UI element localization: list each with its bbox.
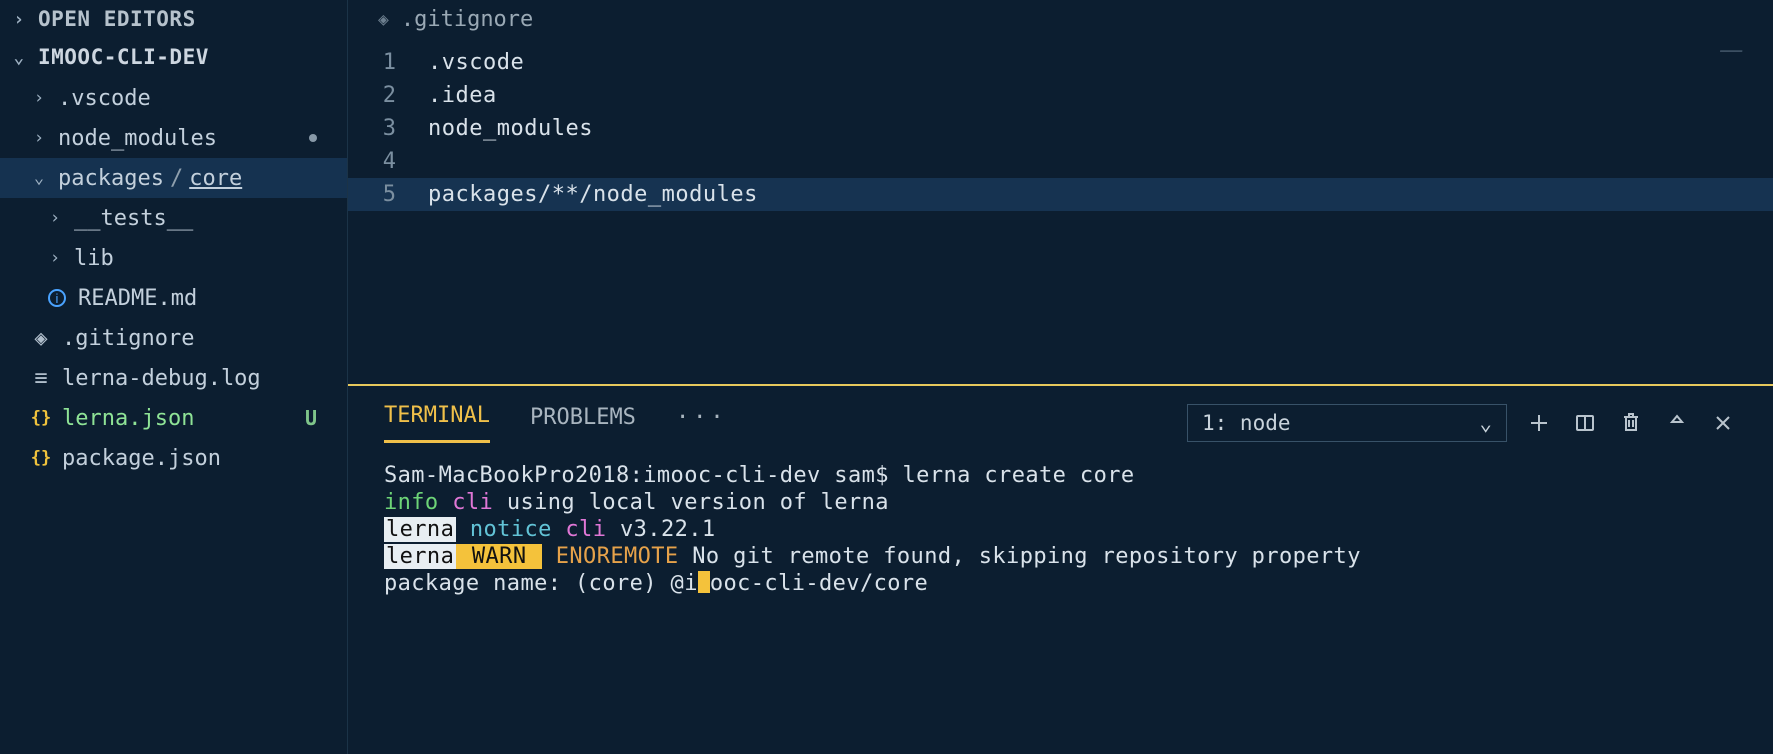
code-text: .idea (428, 83, 497, 108)
chevron-down-icon: ⌄ (30, 168, 48, 188)
chevron-down-icon: ⌄ (10, 47, 28, 68)
modified-dot-icon (309, 134, 317, 142)
code-text: node_modules (428, 116, 593, 141)
file-label: README.md (78, 286, 337, 311)
term-cmd: lerna create core (903, 463, 1135, 488)
main-area: ◈ .gitignore ⸺ 1 .vscode 2 .idea 3 node_… (348, 0, 1773, 754)
terminal-output[interactable]: Sam-MacBookPro2018:imooc-cli-dev sam$ le… (348, 446, 1773, 754)
project-label: IMOOC-CLI-DEV (38, 45, 209, 69)
code-line-active: 5 packages/**/node_modules (348, 178, 1773, 211)
json-icon: {} (30, 408, 52, 428)
tab-terminal[interactable]: TERMINAL (384, 403, 490, 443)
term-host: Sam-MacBookPro2018: (384, 463, 643, 488)
file-label: lerna.json (62, 406, 295, 431)
crumb-core: core (189, 166, 242, 191)
info-icon: i (46, 288, 68, 308)
code-line: 1 .vscode (348, 46, 1773, 79)
chevron-right-icon: › (46, 208, 64, 228)
chevron-right-icon: › (10, 9, 28, 30)
minimap-icon: ⸺ (1719, 40, 1743, 60)
json-icon: {} (30, 448, 52, 468)
folder-lib[interactable]: › lib (0, 238, 347, 278)
file-tree: › .vscode › node_modules ⌄ packages/core… (0, 76, 347, 478)
term-info: info (384, 490, 439, 515)
term-pkg-prompt: package name: (core) @i (384, 571, 698, 596)
term-enoremote: ENOREMOTE (556, 544, 679, 569)
folder-label: .vscode (58, 86, 337, 111)
file-label: lerna-debug.log (62, 366, 337, 391)
chevron-down-icon: ⌄ (1479, 411, 1492, 435)
folder-tests[interactable]: › __tests__ (0, 198, 347, 238)
term-cli: cli (439, 490, 494, 515)
line-number: 2 (348, 83, 428, 108)
open-editors-label: OPEN EDITORS (38, 7, 196, 31)
folder-vscode[interactable]: › .vscode (0, 78, 347, 118)
close-panel-button[interactable] (1709, 413, 1737, 433)
folder-label: lib (74, 246, 337, 271)
term-ver: v3.22.1 (606, 517, 715, 542)
term-notice: notice (456, 517, 552, 542)
code-text: .vscode (428, 50, 524, 75)
term-text: using local version of lerna (493, 490, 889, 515)
gitignore-icon: ◈ (30, 326, 52, 351)
terminal-controls: 1: node ⌄ (1187, 404, 1737, 442)
project-header[interactable]: ⌄ IMOOC-CLI-DEV (0, 38, 347, 76)
file-label: .gitignore (62, 326, 337, 351)
tab-problems[interactable]: PROBLEMS (530, 405, 636, 442)
folder-node-modules[interactable]: › node_modules (0, 118, 347, 158)
panel-tabbar: TERMINAL PROBLEMS ··· 1: node ⌄ (348, 386, 1773, 446)
terminal-selector[interactable]: 1: node ⌄ (1187, 404, 1507, 442)
new-terminal-button[interactable] (1525, 412, 1553, 434)
file-gitignore[interactable]: ◈ .gitignore (0, 318, 347, 358)
chevron-right-icon: › (30, 128, 48, 148)
svg-text:i: i (56, 291, 59, 306)
term-pkg-after: ooc-cli-dev/core (710, 571, 928, 596)
chevron-right-icon: › (30, 88, 48, 108)
tab-gitignore[interactable]: .gitignore (401, 7, 533, 32)
term-path: imooc-cli-dev sam$ (643, 463, 902, 488)
trash-icon[interactable] (1617, 412, 1645, 434)
code-line: 2 .idea (348, 79, 1773, 112)
file-package-json[interactable]: {} package.json (0, 438, 347, 478)
file-lerna-debug[interactable]: ≡ lerna-debug.log (0, 358, 347, 398)
line-number: 4 (348, 149, 428, 174)
code-line: 4 (348, 145, 1773, 178)
git-status-badge: U (305, 406, 337, 430)
terminal-selector-label: 1: node (1202, 411, 1291, 435)
code-text: packages/**/node_modules (428, 182, 758, 207)
term-lerna: lerna (384, 517, 456, 542)
maximize-panel-button[interactable] (1663, 413, 1691, 433)
folder-label: packages/core (58, 166, 337, 191)
folder-label: node_modules (58, 126, 337, 151)
folder-label: __tests__ (74, 206, 337, 231)
code-editor[interactable]: ⸺ 1 .vscode 2 .idea 3 node_modules 4 5 p… (348, 38, 1773, 384)
term-lerna: lerna (384, 544, 456, 569)
code-line: 3 node_modules (348, 112, 1773, 145)
term-text: No git remote found, skipping repository… (679, 544, 1361, 569)
gitignore-icon: ◈ (378, 9, 389, 30)
split-terminal-button[interactable] (1571, 412, 1599, 434)
explorer-sidebar: › OPEN EDITORS ⌄ IMOOC-CLI-DEV › .vscode… (0, 0, 348, 754)
file-readme[interactable]: i README.md (0, 278, 347, 318)
crumb-packages: packages (58, 166, 164, 191)
tab-more[interactable]: ··· (676, 405, 728, 442)
line-number: 3 (348, 116, 428, 141)
terminal-cursor (698, 571, 710, 593)
bottom-panel: TERMINAL PROBLEMS ··· 1: node ⌄ (348, 386, 1773, 754)
chevron-right-icon: › (46, 248, 64, 268)
log-icon: ≡ (30, 366, 52, 391)
term-cli: cli (552, 517, 607, 542)
line-number: 5 (348, 182, 428, 207)
open-editors-header[interactable]: › OPEN EDITORS (0, 0, 347, 38)
line-number: 1 (348, 50, 428, 75)
folder-packages-core[interactable]: ⌄ packages/core (0, 158, 347, 198)
term-warn: WARN (456, 544, 542, 569)
path-sep: / (164, 166, 189, 191)
file-lerna-json[interactable]: {} lerna.json U (0, 398, 347, 438)
file-label: package.json (62, 446, 337, 471)
editor-tabbar: ◈ .gitignore (348, 0, 1773, 38)
